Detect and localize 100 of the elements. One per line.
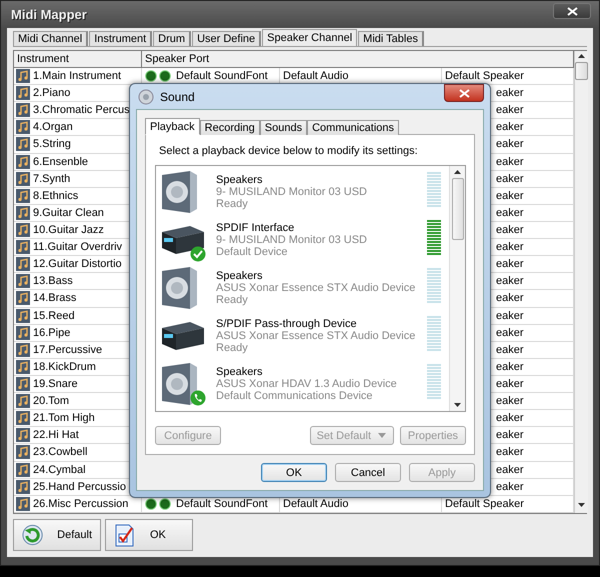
instrument-name: 4.Organ bbox=[33, 121, 73, 134]
device-status: Ready bbox=[216, 198, 249, 210]
scroll-down-icon[interactable] bbox=[578, 503, 585, 507]
music-note-icon bbox=[16, 480, 30, 494]
tab[interactable]: Instrument bbox=[89, 31, 152, 46]
table-cell: eaker bbox=[496, 446, 524, 458]
music-note-icon bbox=[16, 240, 30, 254]
instrument-name: 15.Reed bbox=[33, 310, 75, 322]
music-note-icon bbox=[16, 154, 30, 169]
device-status: Default Communications Device bbox=[216, 390, 374, 402]
receiver-icon bbox=[160, 226, 204, 254]
window-title: Midi Mapper bbox=[11, 7, 87, 22]
dialog-title: Sound bbox=[160, 90, 195, 104]
device-name: S/PDIF Pass-through Device bbox=[216, 318, 358, 330]
table-cell: eaker bbox=[496, 156, 524, 168]
table-cell: Default Audio bbox=[283, 498, 348, 510]
tab[interactable]: Speaker Channel bbox=[262, 29, 358, 46]
music-note-icon bbox=[16, 496, 30, 511]
checklist-icon bbox=[114, 523, 136, 547]
tab[interactable]: Midi Channel bbox=[13, 31, 88, 46]
music-note-icon bbox=[16, 188, 30, 203]
close-icon bbox=[458, 88, 470, 98]
tab[interactable]: Midi Tables bbox=[358, 31, 424, 46]
speaker-icon bbox=[160, 267, 198, 309]
device-item[interactable]: Speakers ASUS Xonar HDAV 1.3 Audio Device Default Communications Device bbox=[156, 360, 449, 408]
instrument-name: 17.Percussive bbox=[33, 344, 102, 356]
instrument-name: 14.Brass bbox=[33, 292, 76, 304]
table-cell: eaker bbox=[496, 360, 524, 373]
tab[interactable]: Recording bbox=[200, 120, 260, 135]
device-status: Default Device bbox=[216, 246, 289, 258]
tab[interactable]: Drum bbox=[153, 31, 192, 46]
table-cell: eaker bbox=[496, 480, 524, 493]
instrument-name: 22.Hi Hat bbox=[33, 429, 79, 442]
instrument-name: 26.Misc Percussion bbox=[33, 498, 128, 510]
instrument-name: 3.Chromatic Percus bbox=[33, 104, 130, 116]
scroll-up-icon[interactable] bbox=[454, 170, 461, 174]
instrument-name: 16.Pipe bbox=[33, 326, 70, 339]
dialog-button[interactable]: OK bbox=[261, 463, 327, 482]
table-cell: eaker bbox=[496, 87, 524, 100]
table-cell: eaker bbox=[496, 275, 524, 288]
table-cell: eaker bbox=[496, 258, 524, 270]
device-name: Speakers bbox=[216, 174, 264, 186]
music-note-icon bbox=[16, 86, 30, 100]
music-note-icon bbox=[16, 257, 30, 272]
device-item[interactable]: Speakers 9- MUSILAND Monitor 03 USD Ready bbox=[156, 168, 449, 216]
table-cell: Default SoundFont bbox=[176, 70, 268, 82]
music-note-icon bbox=[16, 326, 30, 340]
music-note-icon bbox=[16, 172, 30, 186]
instrument-name: 6.Ensenble bbox=[33, 156, 88, 168]
refresh-icon bbox=[22, 524, 44, 546]
instrument-name: 19.Snare bbox=[33, 378, 78, 390]
device-item[interactable]: Speakers ASUS Xonar Essence STX Audio Device Ready bbox=[156, 264, 449, 312]
instrument-name: 2.Piano bbox=[33, 87, 70, 100]
music-note-icon bbox=[16, 223, 30, 238]
tab[interactable]: User Define bbox=[192, 31, 262, 46]
caret-icon bbox=[377, 432, 387, 438]
table-cell: Default Speaker bbox=[445, 70, 524, 82]
tab[interactable]: Communications bbox=[307, 120, 400, 135]
device-description: ASUS Xonar HDAV 1.3 Audio Device bbox=[216, 378, 398, 390]
default-button[interactable]: Default bbox=[13, 519, 101, 551]
scrollbar[interactable] bbox=[449, 166, 465, 411]
speaker-icon bbox=[138, 88, 154, 104]
ok-button[interactable]: OK bbox=[105, 519, 193, 551]
table-cell: eaker bbox=[496, 121, 524, 134]
table-cell: eaker bbox=[496, 104, 524, 116]
table-cell: eaker bbox=[496, 464, 524, 476]
table-cell: eaker bbox=[496, 344, 524, 356]
table-cell: eaker bbox=[496, 292, 524, 304]
device-status: Ready bbox=[216, 294, 249, 306]
music-note-icon bbox=[16, 462, 30, 477]
table-cell: eaker bbox=[496, 241, 524, 254]
device-item[interactable]: S/PDIF Pass-through Device ASUS Xonar Essence STX Audio Device Ready bbox=[156, 312, 449, 360]
dialog-button[interactable]: Cancel bbox=[335, 463, 401, 482]
device-description: ASUS Xonar Essence STX Audio Device bbox=[216, 330, 416, 342]
music-note-icon bbox=[16, 342, 30, 357]
instrument-name: 11.Guitar Overdriv bbox=[33, 241, 122, 254]
scroll-thumb[interactable] bbox=[575, 62, 588, 80]
music-note-icon bbox=[16, 137, 30, 152]
device-status: Ready bbox=[216, 342, 249, 354]
device-description: ASUS Xonar Essence STX Audio Device bbox=[216, 282, 416, 294]
scroll-down-icon[interactable] bbox=[454, 403, 461, 407]
music-note-icon bbox=[16, 411, 30, 426]
scroll-thumb[interactable] bbox=[452, 178, 464, 240]
tab[interactable]: Playback bbox=[145, 118, 200, 135]
table-cell: eaker bbox=[496, 412, 524, 424]
device-item[interactable]: SPDIF Interface 9- MUSILAND Monitor 03 USD Default Device bbox=[156, 216, 449, 264]
table-cell: eaker bbox=[496, 172, 524, 185]
table-cell: Default Speaker bbox=[445, 498, 524, 510]
close-button[interactable] bbox=[553, 3, 591, 19]
tab[interactable]: Sounds bbox=[260, 120, 308, 135]
scrollbar[interactable] bbox=[574, 51, 588, 513]
close-button[interactable] bbox=[444, 84, 484, 102]
column-header[interactable]: Instrument bbox=[14, 51, 142, 67]
music-note-icon bbox=[16, 445, 30, 460]
music-note-icon bbox=[16, 274, 30, 288]
device-description: 9- MUSILAND Monitor 03 USD bbox=[216, 186, 368, 198]
scroll-up-icon[interactable] bbox=[578, 54, 585, 58]
instrument-name: 10.Guitar Jazz bbox=[33, 224, 104, 236]
instrument-name: 9.Guitar Clean bbox=[33, 206, 104, 219]
device-name: SPDIF Interface bbox=[216, 222, 296, 234]
